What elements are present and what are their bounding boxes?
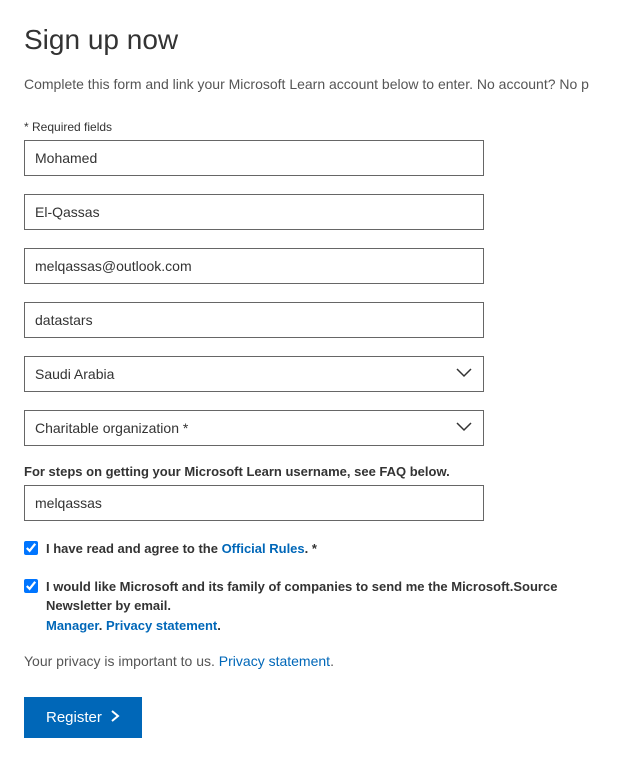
register-button[interactable]: Register [24, 697, 142, 738]
newsletter-label: I would like Microsoft and its family of… [46, 577, 608, 636]
username-input[interactable] [24, 485, 484, 521]
privacy-statement-link[interactable]: Privacy statement [106, 618, 217, 633]
privacy-text: Your privacy is important to us. [24, 653, 219, 669]
page-title: Sign up now [24, 24, 608, 56]
privacy-line: Your privacy is important to us. Privacy… [24, 653, 608, 669]
privacy-statement-link-bottom[interactable]: Privacy statement [219, 653, 330, 669]
chevron-right-icon [110, 709, 120, 726]
username-helper-text: For steps on getting your Microsoft Lear… [24, 464, 608, 479]
official-rules-link[interactable]: Official Rules [222, 541, 305, 556]
agree-rules-label: I have read and agree to the Official Ru… [46, 539, 608, 559]
required-fields-label: * Required fields [24, 120, 608, 134]
agree-rules-prefix: I have read and agree to the [46, 541, 222, 556]
country-select[interactable]: Saudi Arabia [24, 356, 484, 392]
org-type-select[interactable]: Charitable organization * [24, 410, 484, 446]
manager-link[interactable]: Manager [46, 618, 99, 633]
first-name-input[interactable] [24, 140, 484, 176]
newsletter-text: I would like Microsoft and its family of… [46, 579, 557, 614]
agree-rules-suffix: . * [305, 541, 317, 556]
email-input[interactable] [24, 248, 484, 284]
register-button-label: Register [46, 709, 102, 726]
company-input[interactable] [24, 302, 484, 338]
newsletter-checkbox[interactable] [24, 579, 38, 593]
last-name-input[interactable] [24, 194, 484, 230]
intro-text: Complete this form and link your Microso… [24, 76, 608, 92]
agree-rules-checkbox[interactable] [24, 541, 38, 555]
